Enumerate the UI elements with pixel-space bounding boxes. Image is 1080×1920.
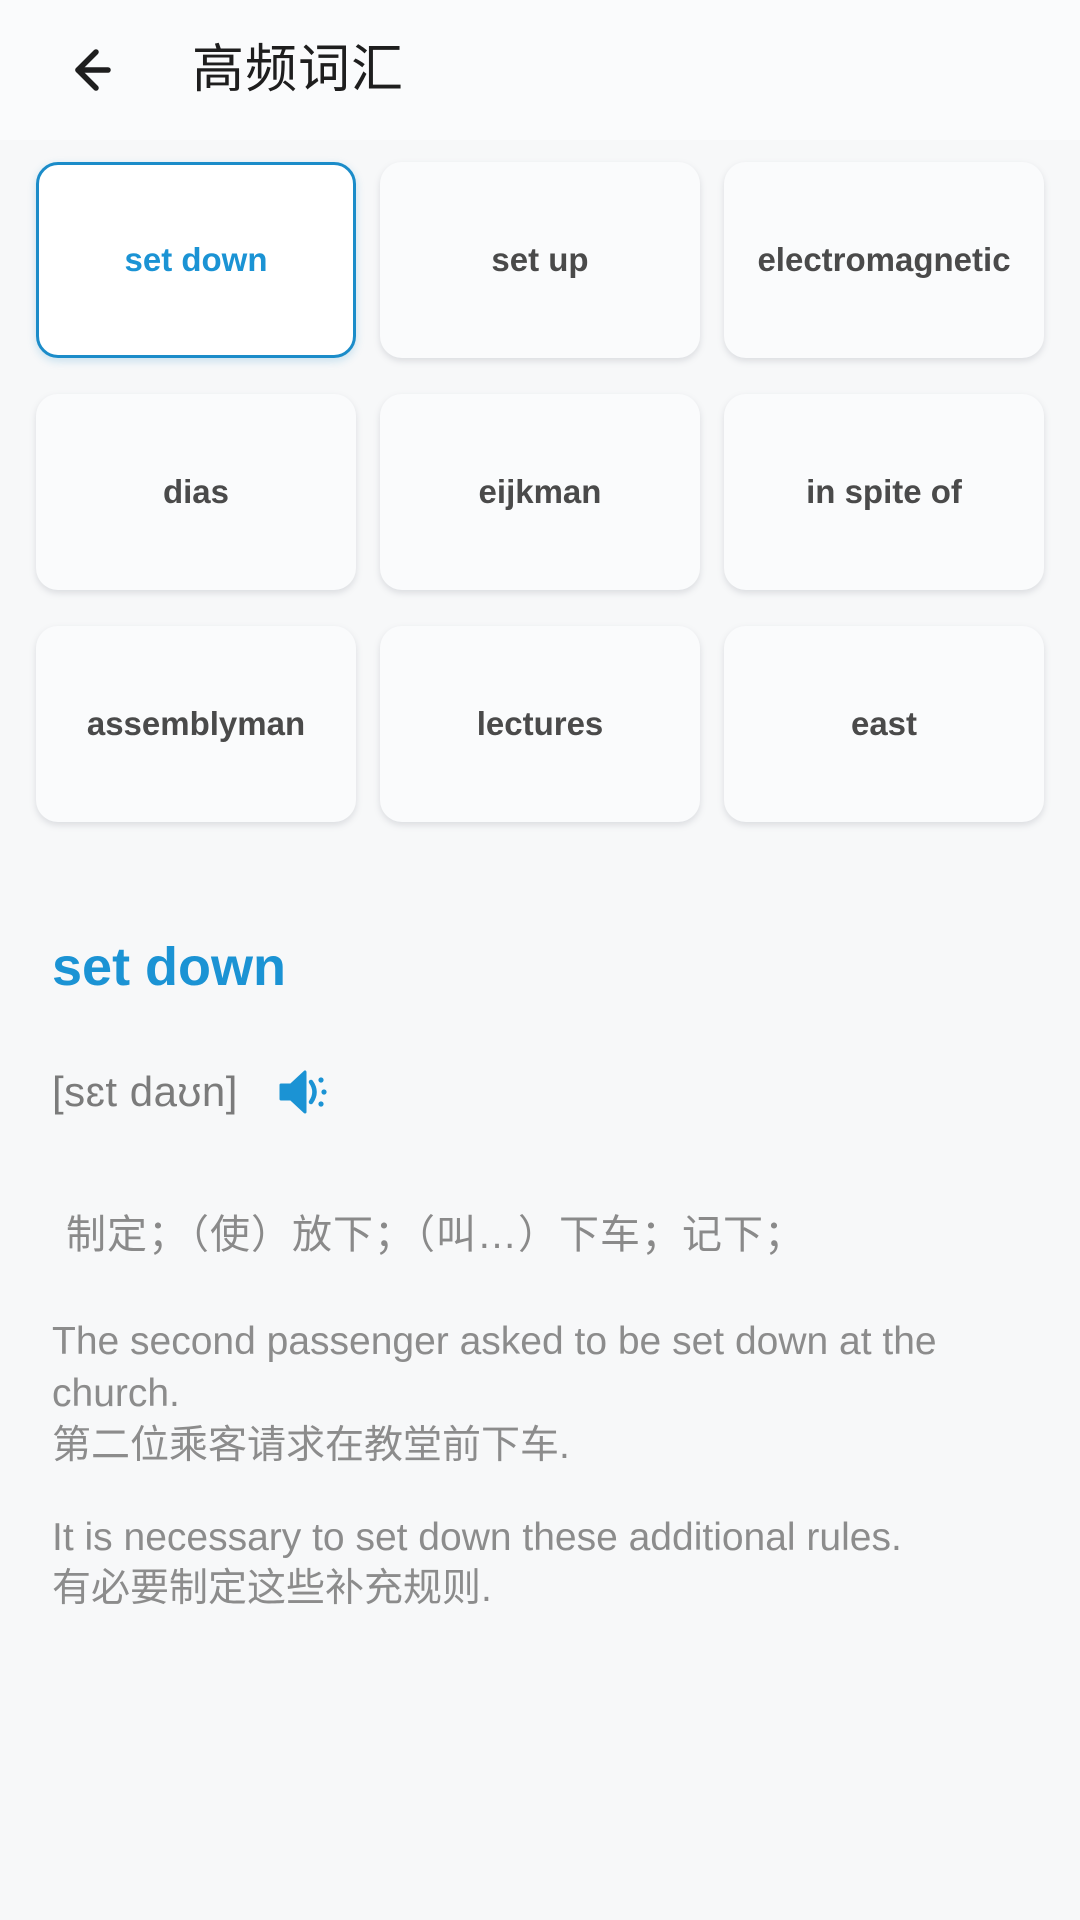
word-card-label: set up	[491, 240, 589, 278]
detail-word-title: set down	[52, 937, 287, 997]
example-chinese: 有必要制定这些补充规则.	[52, 1567, 492, 1611]
example-english: The second passenger asked to be set dow…	[52, 1320, 937, 1415]
word-grid-container: set down set up electromagnetic dias eij…	[0, 140, 1080, 822]
word-card-east[interactable]: east	[724, 626, 1044, 822]
word-card-lectures[interactable]: lectures	[380, 626, 700, 822]
word-card-electromagnetic[interactable]: electromagnetic	[724, 162, 1044, 358]
word-card-set-up[interactable]: set up	[380, 162, 700, 358]
word-card-in-spite-of[interactable]: in spite of	[724, 394, 1044, 590]
example-item: It is necessary to set down these additi…	[52, 1512, 1028, 1616]
arrow-left-icon	[58, 40, 118, 100]
app-header: 高频词汇	[0, 0, 1080, 140]
speaker-icon[interactable]	[272, 1060, 336, 1124]
word-card-assemblyman[interactable]: assemblyman	[36, 626, 356, 822]
example-english: It is necessary to set down these additi…	[52, 1515, 902, 1559]
example-chinese: 第二位乘客请求在教堂前下车.	[52, 1423, 570, 1467]
definition-text: 制定；（使）放下；（叫…）下车；记下；	[66, 1213, 805, 1257]
word-card-label: electromagnetic	[757, 240, 1011, 278]
phonetic-text: [sɛt daʊn]	[52, 1068, 238, 1115]
word-card-label: east	[850, 704, 918, 742]
page-title: 高频词汇	[192, 41, 405, 99]
word-card-dias[interactable]: dias	[36, 394, 356, 590]
word-card-label: assemblyman	[86, 704, 306, 742]
example-item: The second passenger asked to be set dow…	[52, 1316, 1028, 1472]
word-card-label: in spite of	[806, 472, 962, 510]
word-card-set-down[interactable]: set down	[36, 162, 356, 358]
word-grid: set down set up electromagnetic dias eij…	[36, 162, 1044, 822]
back-button[interactable]	[52, 34, 124, 106]
word-card-label: dias	[162, 472, 230, 510]
word-detail-screen: 高频词汇 set down set up electromagnetic dia…	[0, 0, 1080, 1920]
word-detail-panel: set down [sɛt daʊn] 制定；（使）放下；（叫…）下车；记下； …	[0, 822, 1080, 1920]
word-card-eijkman[interactable]: eijkman	[380, 394, 700, 590]
phonetic-row: [sɛt daʊn]	[52, 1060, 1028, 1124]
word-card-label: set down	[124, 240, 268, 278]
examples-list: The second passenger asked to be set dow…	[52, 1316, 1028, 1615]
word-card-label: lectures	[476, 704, 604, 742]
word-card-label: eijkman	[478, 472, 602, 510]
